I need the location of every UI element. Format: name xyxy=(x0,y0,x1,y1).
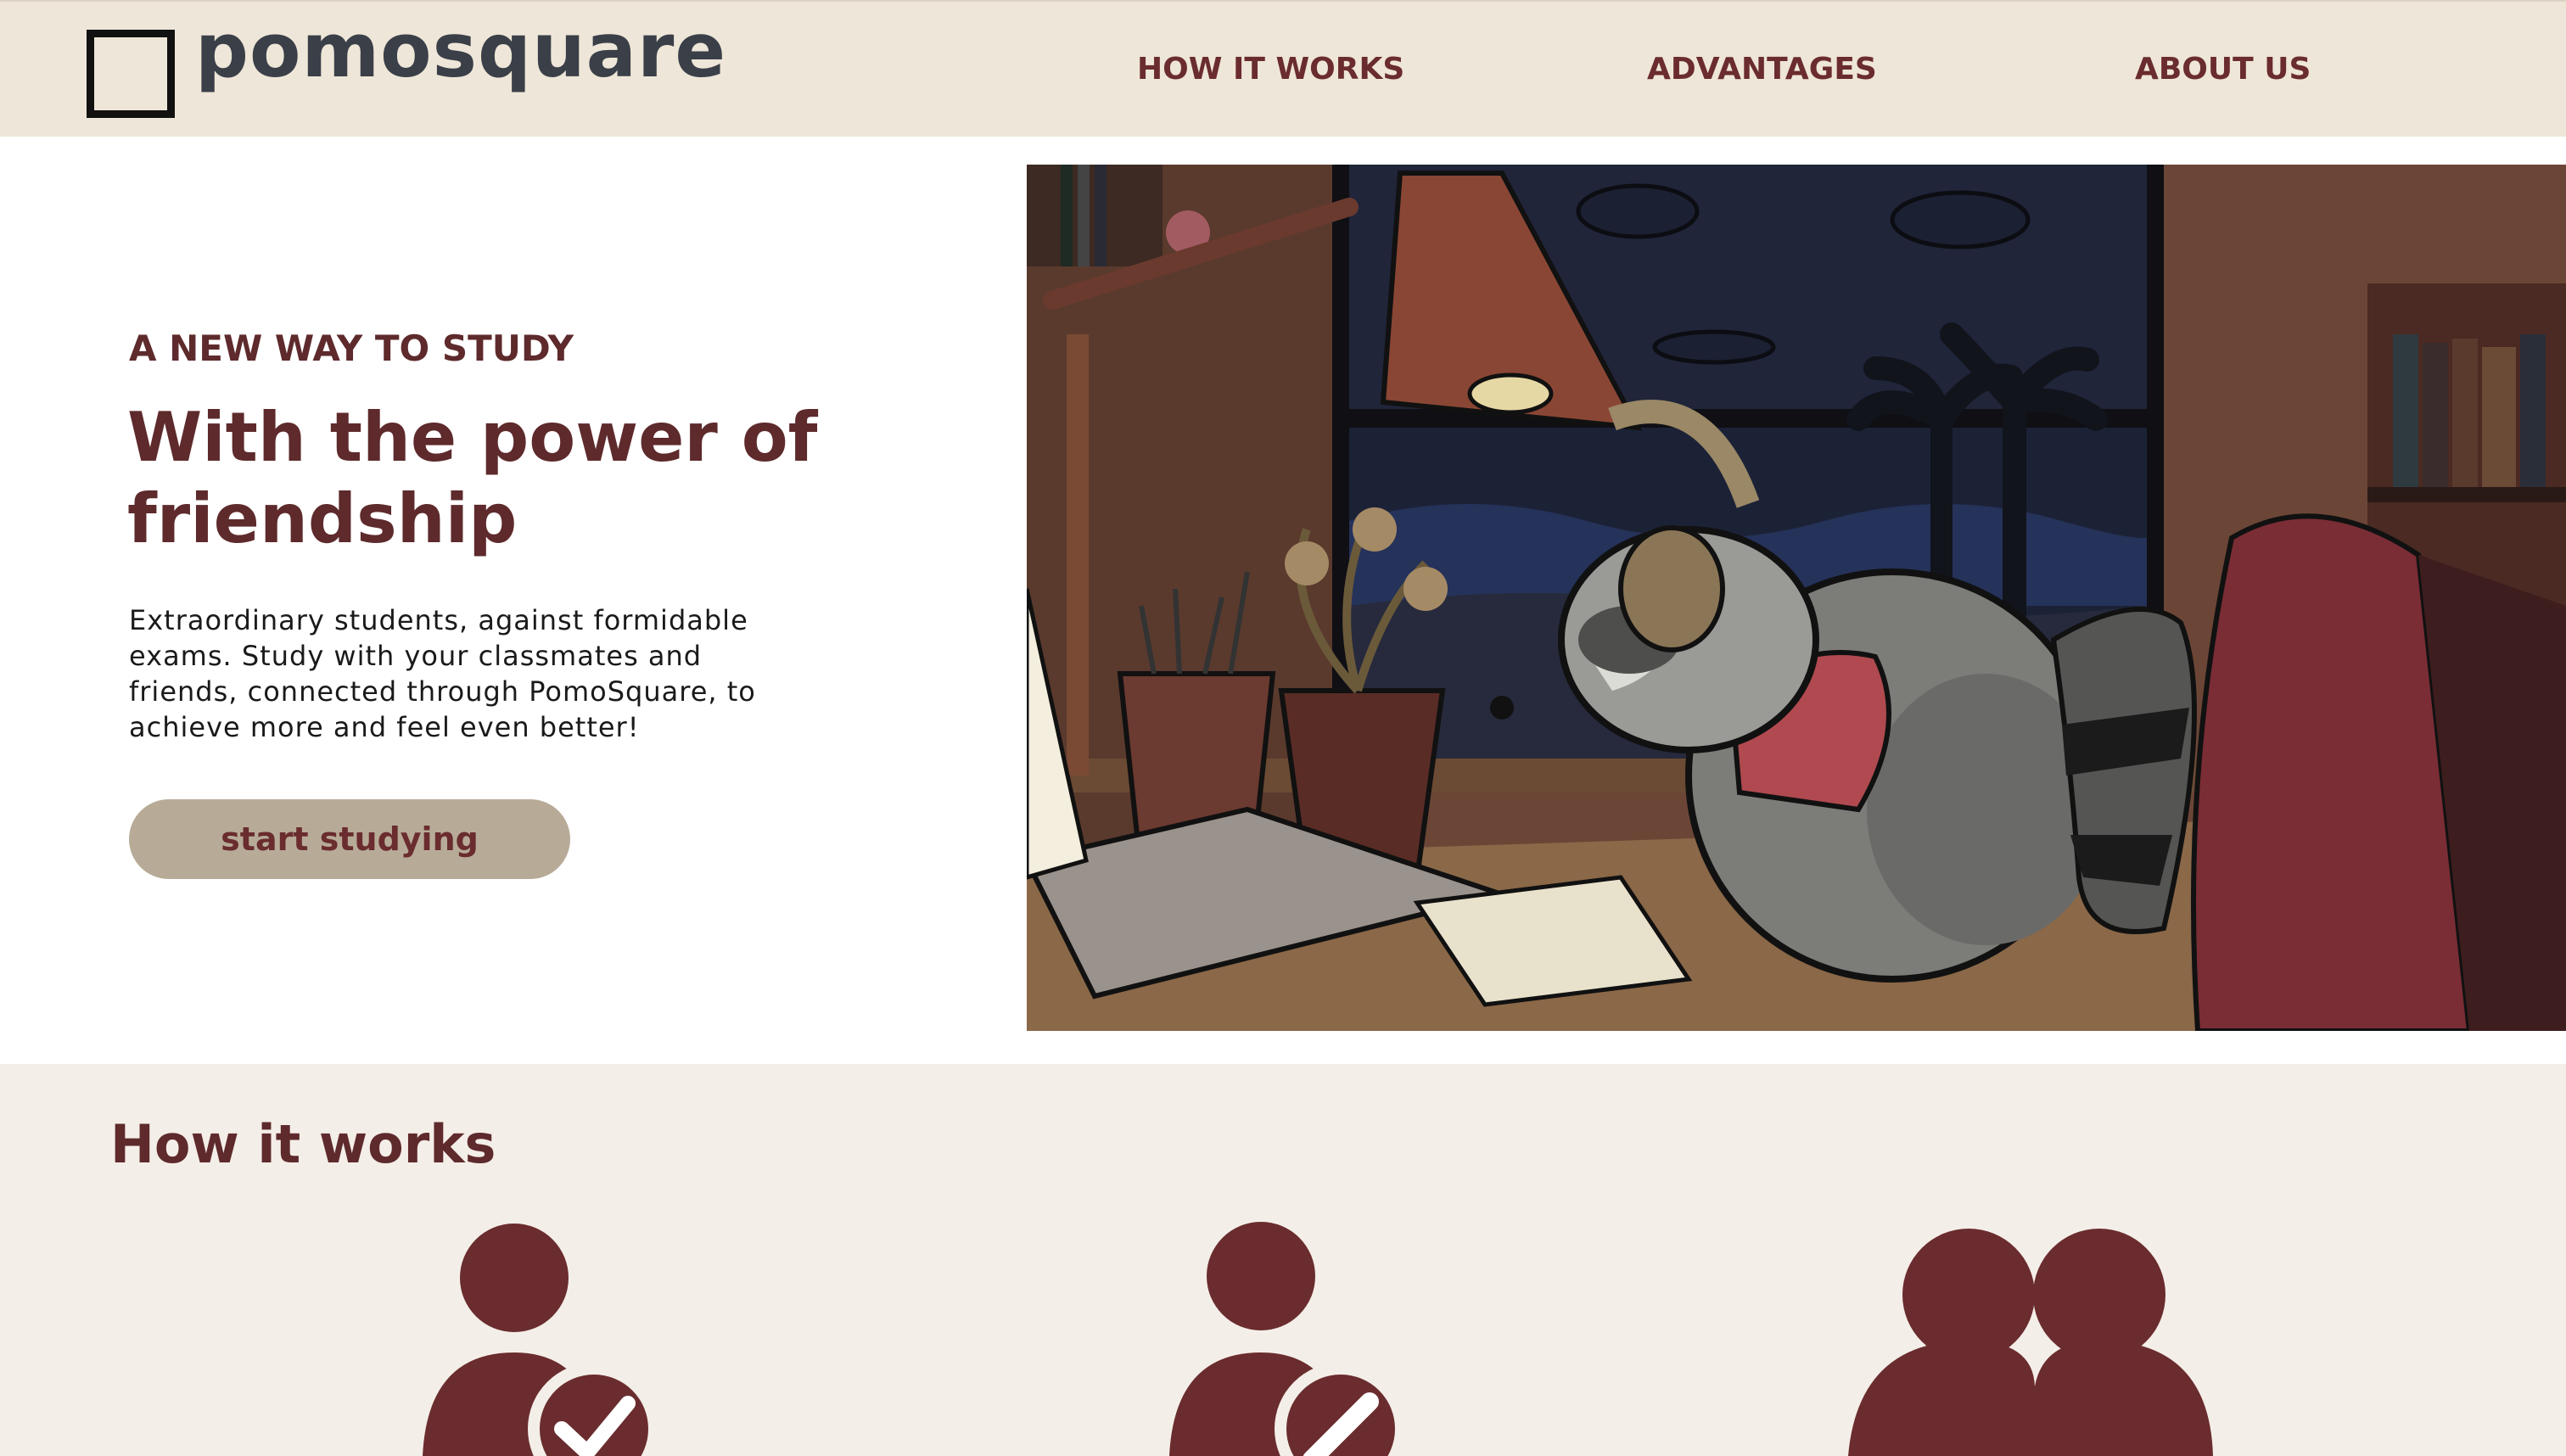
nav-about-us[interactable]: ABOUT US xyxy=(2135,54,2311,85)
users-group-icon xyxy=(1848,1229,2213,1456)
logo-square-icon[interactable] xyxy=(87,30,175,118)
how-it-works-section: How it works xyxy=(0,1064,2566,1456)
hero-illustration xyxy=(1027,165,2566,1031)
user-check-icon xyxy=(423,1224,660,1456)
hero-title: With the power of friendship xyxy=(127,398,818,558)
hero-eyebrow: A NEW WAY TO STUDY xyxy=(129,328,574,369)
top-navbar: pomosquare HOW IT WORKS ADVANTAGES ABOUT… xyxy=(0,0,2566,137)
user-edit-icon xyxy=(1169,1222,1407,1456)
hero-description: Extraordinary students, against formidab… xyxy=(129,604,756,743)
how-it-works-title: How it works xyxy=(110,1113,496,1175)
nav-advantages[interactable]: ADVANTAGES xyxy=(1647,54,1877,85)
start-studying-button[interactable]: start studying xyxy=(129,799,570,879)
brand-name[interactable]: pomosquare xyxy=(195,14,726,88)
nav-how-it-works[interactable]: HOW IT WORKS xyxy=(1137,54,1404,85)
